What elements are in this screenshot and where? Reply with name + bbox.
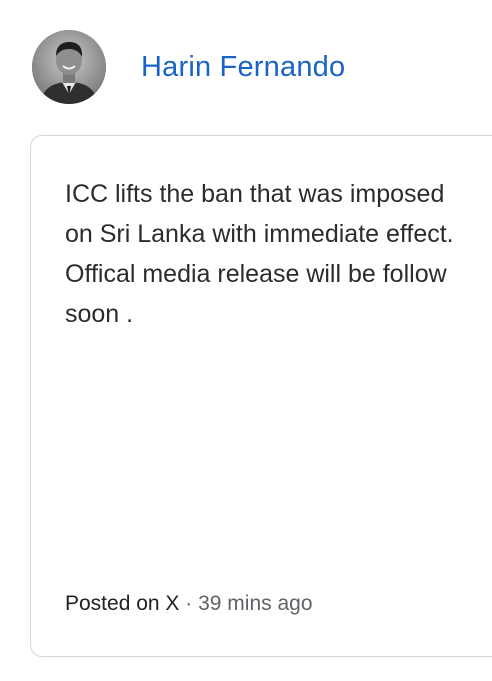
author-name-link[interactable]: Harin Fernando (141, 51, 345, 84)
platform-label[interactable]: Posted on X (65, 592, 179, 615)
post-footer: Posted on X · 39 mins ago (65, 592, 313, 616)
post-timestamp: 39 mins ago (198, 592, 313, 615)
post-card[interactable]: ICC lifts the ban that was imposed on Sr… (30, 135, 492, 657)
meta-separator: · (179, 592, 199, 615)
author-header: Harin Fernando (32, 30, 345, 104)
post-text: ICC lifts the ban that was imposed on Sr… (65, 180, 454, 328)
author-avatar[interactable] (32, 30, 106, 104)
person-photo-avatar-icon (32, 30, 106, 104)
